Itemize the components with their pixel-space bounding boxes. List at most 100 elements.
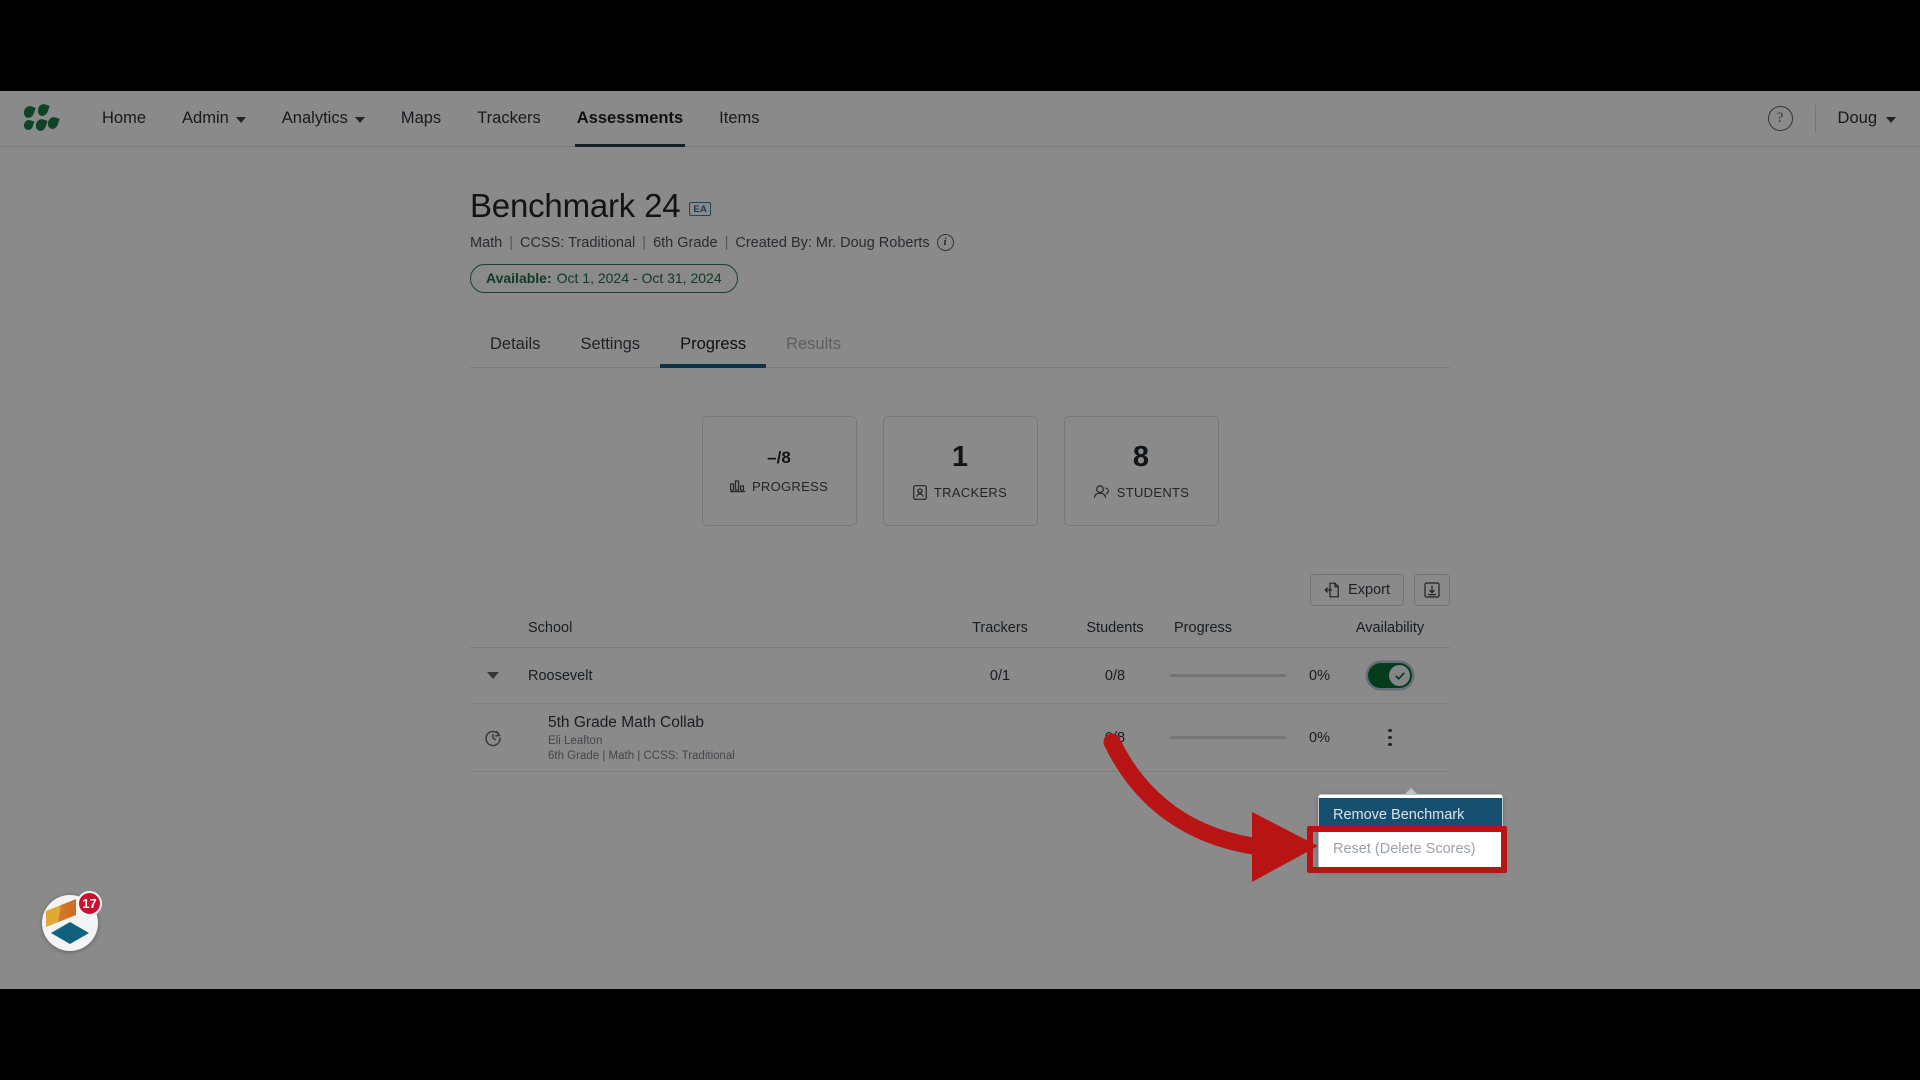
meta-subject: Math xyxy=(470,234,503,251)
availability-toggle[interactable] xyxy=(1368,663,1412,688)
progress-percent: 0% xyxy=(1309,729,1330,746)
nav-item-items[interactable]: Items xyxy=(701,91,777,147)
chevron-down-icon xyxy=(354,116,365,123)
tracker-details: 6th Grade | Math | CCSS: Traditional xyxy=(548,749,735,762)
tab-bar: Details Settings Progress Results xyxy=(470,335,1450,368)
nav-item-admin[interactable]: Admin xyxy=(164,91,264,147)
stat-value: 8 xyxy=(1132,440,1150,473)
download-box-icon xyxy=(1424,582,1440,598)
notification-fab[interactable]: 17 xyxy=(42,891,102,951)
chevron-down-icon xyxy=(1886,116,1896,123)
tab-settings[interactable]: Settings xyxy=(560,335,660,367)
export-button[interactable]: Export xyxy=(1310,574,1404,606)
toggle-knob xyxy=(1389,665,1410,686)
expand-cell xyxy=(470,672,516,679)
browser-viewport: Home Admin Analytics Maps Trackers Asses… xyxy=(0,91,1920,989)
info-icon[interactable]: i xyxy=(936,234,954,251)
tab-results: Results xyxy=(766,335,861,367)
tracker-info: 5th Grade Math Collab Eli Leafton 6th Gr… xyxy=(516,714,940,762)
progress-table: School Trackers Students Progress Availa… xyxy=(470,620,1450,772)
column-header-students: Students xyxy=(1086,620,1144,636)
question-mark-icon[interactable]: ? xyxy=(1767,106,1793,131)
tracker-icon-cell xyxy=(470,728,516,748)
stat-label: PROGRESS xyxy=(751,478,829,494)
school-progress: 0% xyxy=(1170,668,1330,684)
kebab-dot xyxy=(1388,742,1392,747)
user-menu-label: Doug xyxy=(1837,109,1877,127)
user-menu[interactable]: Doug xyxy=(1838,109,1896,128)
meta-separator: | xyxy=(724,234,729,251)
progress-percent: 0% xyxy=(1309,667,1330,684)
export-icon xyxy=(1324,582,1340,598)
meta-creator: Created By: Mr. Doug Roberts xyxy=(735,234,930,251)
tracker-actions xyxy=(1330,723,1450,753)
nav-item-label: Home xyxy=(102,109,147,127)
progress-bar xyxy=(1170,674,1286,677)
tab-details[interactable]: Details xyxy=(470,335,560,367)
availability-badge: Available: Oct 1, 2024 - Oct 31, 2024 xyxy=(470,264,738,293)
logo-top-shape xyxy=(46,898,76,928)
tab-progress[interactable]: Progress xyxy=(660,335,767,368)
kebab-dot xyxy=(1388,728,1392,733)
nav-item-label: Assessments xyxy=(576,109,684,127)
chevron-down-icon xyxy=(235,116,246,123)
nav-item-label: Maps xyxy=(400,109,442,127)
kebab-menu-icon[interactable] xyxy=(1382,723,1398,753)
reload-clock-icon xyxy=(483,728,503,748)
page-title: Benchmark 24 EA xyxy=(470,187,1450,225)
logo-bottom-shape xyxy=(51,922,89,944)
students-icon xyxy=(1093,485,1110,499)
meta-separator: | xyxy=(509,234,514,251)
stat-value: –/8 xyxy=(767,447,791,467)
stat-label-row: PROGRESS xyxy=(729,478,829,494)
menu-item-remove-benchmark[interactable]: Remove Benchmark xyxy=(1319,798,1502,832)
menu-item-reset-delete-scores[interactable]: Reset (Delete Scores) xyxy=(1319,832,1502,866)
availability-label: Available: xyxy=(486,270,552,286)
tracker-icon xyxy=(912,484,927,500)
bar-chart-icon xyxy=(729,479,745,493)
tracker-students: 0/8 xyxy=(1104,729,1126,746)
school-availability xyxy=(1330,663,1450,688)
ea-badge: EA xyxy=(689,202,712,216)
stat-card-trackers: 1 TRACKERS xyxy=(882,416,1038,526)
meta-grade: 6th Grade xyxy=(653,234,718,251)
nav-item-assessments[interactable]: Assessments xyxy=(559,91,701,147)
chevron-down-icon[interactable] xyxy=(487,672,499,679)
page-content: Benchmark 24 EA Math | CCSS: Traditional… xyxy=(0,147,1920,989)
stat-card-progress: –/8 PROGRESS xyxy=(701,416,857,526)
assessment-metadata: Math | CCSS: Traditional | 6th Grade | C… xyxy=(470,234,1450,251)
stat-cards: –/8 PROGRESS 1 TRACKERS 8 STUDENTS xyxy=(470,416,1450,526)
export-button-label: Export xyxy=(1348,582,1390,598)
nav-right-cluster: ? Doug xyxy=(1767,104,1896,133)
stat-card-students: 8 STUDENTS xyxy=(1063,416,1219,526)
table-row-tracker[interactable]: 5th Grade Math Collab Eli Leafton 6th Gr… xyxy=(470,704,1450,772)
stat-label: TRACKERS xyxy=(933,484,1008,500)
download-button[interactable] xyxy=(1414,574,1450,606)
content-container: Benchmark 24 EA Math | CCSS: Traditional… xyxy=(470,187,1450,772)
notification-badge: 17 xyxy=(77,891,102,916)
stat-label-row: STUDENTS xyxy=(1093,485,1189,500)
nav-item-label: Admin xyxy=(182,109,229,127)
column-header-trackers: Trackers xyxy=(972,620,1028,636)
check-icon xyxy=(1394,672,1405,680)
nav-item-trackers[interactable]: Trackers xyxy=(459,91,559,147)
kebab-dot xyxy=(1388,735,1392,740)
tracker-teacher: Eli Leafton xyxy=(548,734,603,747)
school-students: 0/8 xyxy=(1104,667,1126,684)
illuminate-leaf-logo-icon[interactable] xyxy=(22,102,60,134)
table-row-school[interactable]: Roosevelt 0/1 0/8 0% xyxy=(470,648,1450,704)
progress-bar xyxy=(1170,736,1286,739)
column-header-school: School xyxy=(528,620,573,636)
nav-divider xyxy=(1814,104,1816,133)
nav-item-maps[interactable]: Maps xyxy=(383,91,459,147)
stat-label-row: TRACKERS xyxy=(912,484,1008,500)
school-trackers: 0/1 xyxy=(989,667,1011,684)
page-title-text: Benchmark 24 xyxy=(470,187,681,224)
nav-item-label: Analytics xyxy=(281,109,348,127)
tracker-progress: 0% xyxy=(1170,730,1330,746)
nav-item-home[interactable]: Home xyxy=(84,91,164,147)
meta-standard: CCSS: Traditional xyxy=(520,234,636,251)
school-name: Roosevelt xyxy=(528,667,593,684)
nav-item-analytics[interactable]: Analytics xyxy=(264,91,383,147)
column-header-availability: Availability xyxy=(1355,620,1425,636)
